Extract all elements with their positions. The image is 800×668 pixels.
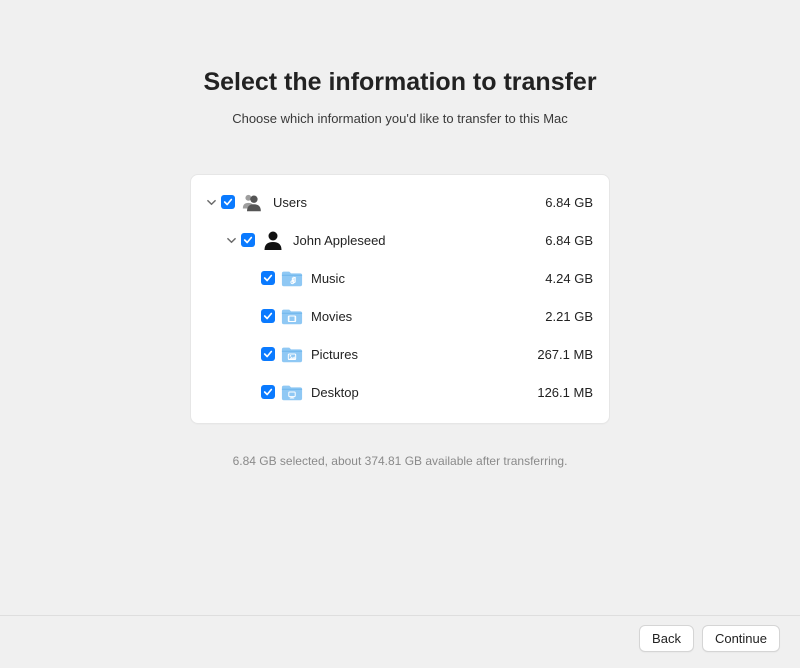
tree-size: 6.84 GB — [523, 233, 593, 248]
tree-size: 267.1 MB — [523, 347, 593, 362]
checkbox-music[interactable] — [261, 271, 275, 285]
checkbox-user[interactable] — [241, 233, 255, 247]
folder-movies-icon — [281, 306, 303, 326]
users-group-icon — [241, 191, 265, 213]
continue-button[interactable]: Continue — [702, 625, 780, 652]
footer-divider — [0, 615, 800, 616]
checkbox-movies[interactable] — [261, 309, 275, 323]
chevron-down-icon[interactable] — [205, 196, 217, 208]
tree-row-pictures[interactable]: Pictures 267.1 MB — [205, 335, 593, 373]
tree-row-music[interactable]: Music 4.24 GB — [205, 259, 593, 297]
tree-row-desktop[interactable]: Desktop 126.1 MB — [205, 373, 593, 411]
footer-buttons: Back Continue — [639, 625, 780, 652]
tree-size: 2.21 GB — [523, 309, 593, 324]
transfer-tree-panel: Users 6.84 GB John Appleseed 6.84 GB — [190, 174, 610, 424]
page-subtitle: Choose which information you'd like to t… — [0, 111, 800, 126]
user-silhouette-icon — [261, 229, 285, 251]
tree-size: 126.1 MB — [523, 385, 593, 400]
page-title: Select the information to transfer — [0, 68, 800, 97]
tree-label: Movies — [311, 309, 523, 324]
checkbox-desktop[interactable] — [261, 385, 275, 399]
tree-label: Users — [273, 195, 523, 210]
chevron-down-icon[interactable] — [225, 234, 237, 246]
tree-row-user[interactable]: John Appleseed 6.84 GB — [205, 221, 593, 259]
tree-label: John Appleseed — [293, 233, 523, 248]
tree-row-users[interactable]: Users 6.84 GB — [205, 183, 593, 221]
tree-size: 6.84 GB — [523, 195, 593, 210]
tree-label: Music — [311, 271, 523, 286]
checkbox-users[interactable] — [221, 195, 235, 209]
folder-music-icon — [281, 268, 303, 288]
folder-desktop-icon — [281, 382, 303, 402]
tree-label: Pictures — [311, 347, 523, 362]
tree-row-movies[interactable]: Movies 2.21 GB — [205, 297, 593, 335]
checkbox-pictures[interactable] — [261, 347, 275, 361]
folder-pictures-icon — [281, 344, 303, 364]
tree-size: 4.24 GB — [523, 271, 593, 286]
tree-label: Desktop — [311, 385, 523, 400]
status-text: 6.84 GB selected, about 374.81 GB availa… — [0, 454, 800, 468]
back-button[interactable]: Back — [639, 625, 694, 652]
